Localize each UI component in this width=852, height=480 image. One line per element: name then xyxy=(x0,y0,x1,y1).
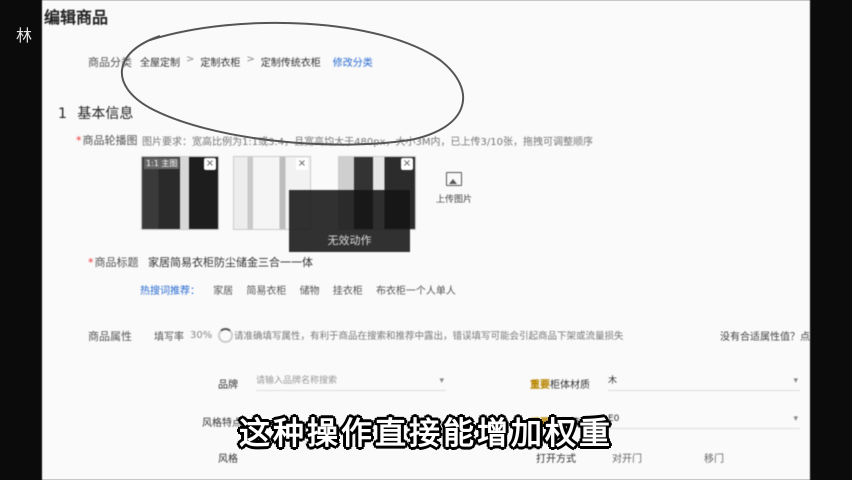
gallery-hint: 图片要求：宽高比例为1:1或3:4，且宽高均大于480px，大小3M内，已上传3… xyxy=(142,137,593,148)
attr-material-label: 重要柜体材质 xyxy=(530,380,590,391)
breadcrumb-separator: > xyxy=(246,54,255,65)
category-level-1: 全屋定制 xyxy=(140,58,180,69)
remove-image-icon[interactable]: × xyxy=(401,158,413,170)
category-breadcrumb: 全屋定制 > 定制衣柜 > 定制传统衣柜 修改分类 xyxy=(140,54,373,69)
edit-category-link[interactable]: 修改分类 xyxy=(333,54,373,69)
product-image-1[interactable]: 1:1 主图 × xyxy=(141,156,219,230)
attr-brand-label: 品牌 xyxy=(218,380,238,391)
page-title: 编辑商品 xyxy=(44,8,109,27)
video-subtitle: 这种操作直接能增加权重 xyxy=(239,416,613,452)
breadcrumb-separator: > xyxy=(186,54,195,65)
brand-select[interactable]: 请输入品牌名称搜索 ▾ xyxy=(256,372,446,391)
main-image-tag: 1:1 主图 xyxy=(144,158,180,169)
section-title: 基本信息 xyxy=(77,106,134,122)
gallery-label: 商品轮播图 xyxy=(76,132,138,148)
category-level-2: 定制衣柜 xyxy=(200,58,241,69)
remove-image-icon[interactable]: × xyxy=(296,158,308,170)
fill-rate-ring-icon xyxy=(218,328,234,343)
material-select[interactable]: 木 ▾ xyxy=(608,372,800,391)
category-level-3: 定制传统衣柜 xyxy=(260,58,321,69)
hot-word[interactable]: 布衣柜一个人单人 xyxy=(376,286,456,297)
section-number: 1 xyxy=(58,106,67,122)
hot-search-label: 热搜词推荐： xyxy=(140,286,200,297)
attributes-label: 商品属性 xyxy=(88,330,132,343)
upload-image-label: 上传图片 xyxy=(435,195,472,205)
brand-select-placeholder: 请输入品牌名称搜索 xyxy=(256,376,338,386)
watermark: 林 xyxy=(16,26,34,45)
category-label: 商品分类 xyxy=(88,56,132,69)
fill-rate-label: 填写率 xyxy=(154,332,184,343)
section-basic-info: 1 基本信息 xyxy=(58,103,133,123)
invalid-action-overlay: 无效动作 xyxy=(289,190,410,252)
chevron-down-icon: ▾ xyxy=(439,376,444,386)
upload-image-button[interactable]: 上传图片 xyxy=(430,172,478,205)
fill-rate-value: 30% xyxy=(190,330,213,341)
missing-attribute-link[interactable]: 没有合适属性值？点 xyxy=(720,328,810,343)
hot-word[interactable]: 简易衣柜 xyxy=(246,286,286,297)
image-upload-icon xyxy=(446,172,462,186)
product-title-label: 商品标题 xyxy=(88,254,139,270)
fill-rate: 填写率 30% xyxy=(154,328,234,343)
hot-word[interactable]: 储物 xyxy=(300,286,320,297)
important-tag: 重要 xyxy=(530,380,550,391)
hot-word[interactable]: 家居 xyxy=(213,286,233,297)
product-title-input[interactable]: 家居简易衣柜防尘储金三合一一体 xyxy=(148,254,313,270)
attributes-tip: 请准确填写属性，有利于商品在搜索和推荐中露出，错误填写可能会引起商品下架或流量损… xyxy=(234,331,624,342)
chevron-down-icon: ▾ xyxy=(793,376,798,386)
material-select-value: 木 xyxy=(608,376,618,386)
hot-search-words: 热搜词推荐： 家居 简易衣柜 储物 挂衣柜 布衣柜一个人单人 xyxy=(140,282,456,297)
remove-image-icon[interactable]: × xyxy=(204,158,216,170)
hot-word[interactable]: 挂衣柜 xyxy=(333,286,363,297)
